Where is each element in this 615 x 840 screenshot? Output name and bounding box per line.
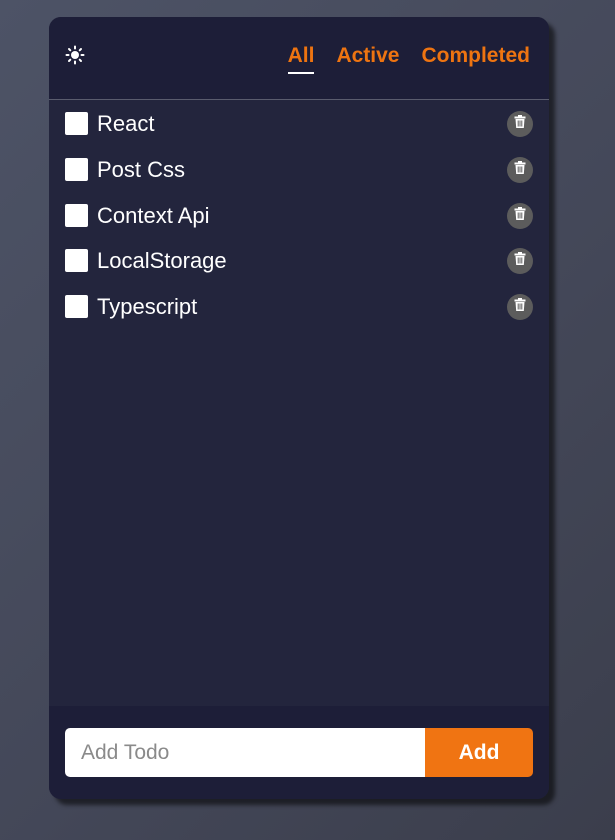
delete-button[interactable] bbox=[507, 294, 533, 321]
header: All Active Completed bbox=[49, 17, 549, 100]
delete-button[interactable] bbox=[507, 202, 533, 229]
delete-button[interactable] bbox=[507, 111, 533, 137]
footer: Add bbox=[49, 706, 549, 799]
todo-label: Context Api bbox=[97, 202, 210, 228]
list-item: Typescript bbox=[49, 284, 549, 330]
todo-checkbox[interactable] bbox=[65, 295, 88, 319]
list-item: React bbox=[49, 101, 549, 147]
todo-checkbox[interactable] bbox=[65, 112, 88, 135]
trash-icon bbox=[514, 206, 526, 225]
trash-icon bbox=[514, 252, 526, 270]
trash-icon bbox=[514, 298, 526, 316]
filter-tabs: All Active Completed bbox=[287, 43, 530, 74]
list-item: LocalStorage bbox=[49, 238, 549, 284]
add-todo-input[interactable] bbox=[65, 728, 425, 777]
trash-icon bbox=[514, 115, 526, 133]
add-todo-form: Add bbox=[65, 728, 533, 777]
tab-all[interactable]: All bbox=[287, 43, 314, 74]
todo-checkbox[interactable] bbox=[65, 157, 88, 181]
todo-checkbox[interactable] bbox=[65, 249, 88, 273]
delete-button[interactable] bbox=[507, 156, 533, 183]
add-button[interactable]: Add bbox=[425, 728, 533, 777]
todo-label: React bbox=[97, 111, 155, 136]
todo-label: Typescript bbox=[97, 294, 198, 320]
list-item: Context Api bbox=[49, 193, 549, 239]
trash-icon bbox=[514, 160, 526, 179]
todo-checkbox[interactable] bbox=[65, 203, 88, 227]
delete-button[interactable] bbox=[507, 248, 533, 275]
tab-active[interactable]: Active bbox=[336, 43, 399, 69]
todo-card: All Active Completed React Post Css Cont… bbox=[49, 17, 549, 799]
todo-list: React Post Css Context Api LocalStorage … bbox=[49, 101, 549, 330]
sun-icon[interactable] bbox=[65, 45, 85, 65]
todo-label: Post Css bbox=[97, 156, 186, 182]
tab-completed[interactable]: Completed bbox=[421, 43, 530, 69]
list-item: Post Css bbox=[49, 147, 549, 193]
todo-label: LocalStorage bbox=[97, 248, 227, 274]
